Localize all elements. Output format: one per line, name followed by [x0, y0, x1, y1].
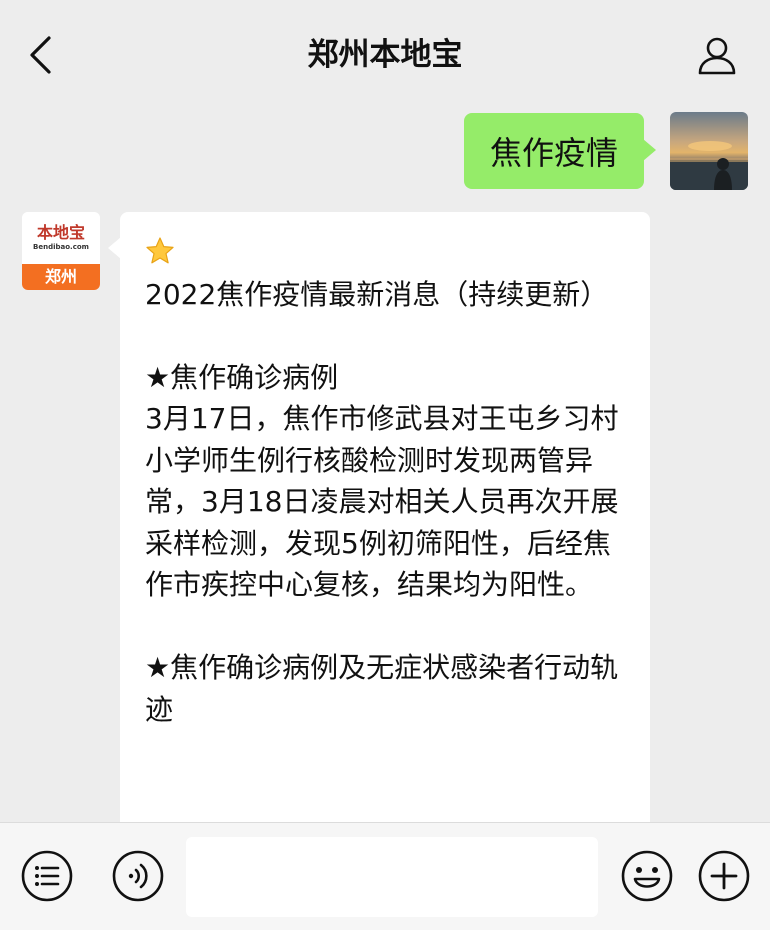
message-input[interactable] — [186, 837, 598, 917]
chat-title: 郑州本地宝 — [307, 37, 463, 73]
list-menu-icon — [21, 850, 73, 902]
voice-button[interactable] — [110, 848, 166, 904]
message-headline: 2022焦作疫情最新消息（持续更新） — [145, 232, 628, 315]
chat-input-bar — [0, 822, 770, 930]
emoji-button[interactable] — [619, 848, 675, 904]
sunset-photo-image — [670, 141, 748, 190]
plus-icon — [698, 850, 750, 902]
profile-button[interactable] — [692, 30, 742, 80]
chat-header: 郑州本地宝 — [0, 0, 770, 108]
add-button[interactable] — [696, 848, 752, 904]
star-emoji-icon — [146, 237, 174, 264]
avatar-site-text: Bendibao.com — [33, 243, 89, 251]
person-icon — [698, 37, 736, 75]
user-avatar[interactable] — [670, 112, 748, 190]
official-account-avatar[interactable]: 本地宝 Bendibao.com 郑州 — [22, 212, 100, 290]
avatar-city-text: 郑州 — [22, 264, 100, 290]
section-heading-cases: ★焦作确诊病例 — [145, 360, 339, 394]
outgoing-message-text: 焦作疫情 — [489, 134, 618, 172]
section-heading-tracks: ★焦作确诊病例及无症状感染者行动轨迹 — [145, 651, 619, 726]
incoming-message-bubble[interactable]: 2022焦作疫情最新消息（持续更新） ★焦作确诊病例 3月17日，焦作市修武县对… — [120, 212, 650, 852]
avatar-brand-text: 本地宝 — [36, 223, 85, 242]
cases-paragraph: 3月17日，焦作市修武县对王屯乡习村小学师生例行核酸检测时发现两管异常，3月18… — [145, 402, 619, 601]
menu-button[interactable] — [19, 848, 75, 904]
outgoing-message-bubble[interactable]: 焦作疫情 — [463, 113, 657, 189]
voice-icon — [112, 850, 164, 902]
smiley-icon — [621, 850, 673, 902]
